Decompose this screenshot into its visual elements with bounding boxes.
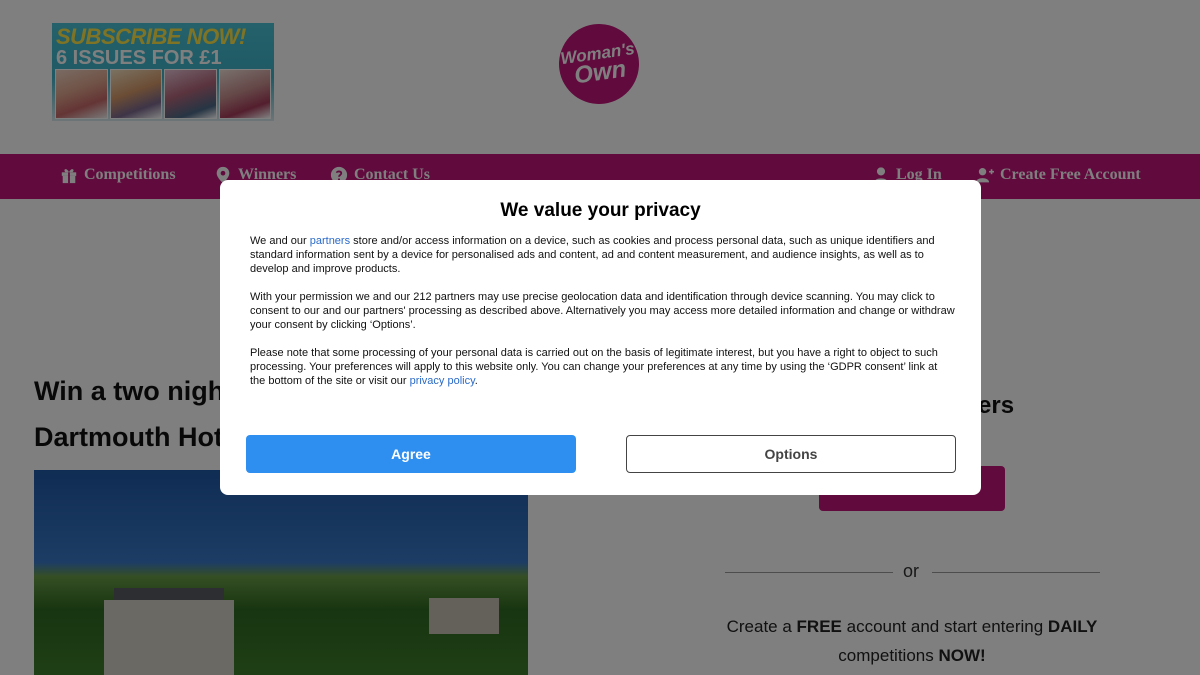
agree-button[interactable]: Agree (246, 435, 576, 473)
dialog-body: We and our partners store and/or access … (250, 234, 955, 402)
partners-link[interactable]: partners (310, 235, 350, 247)
page: SUBSCRIBE NOW! 6 ISSUES FOR £1 Woman's O… (0, 0, 1200, 675)
options-button[interactable]: Options (626, 435, 956, 473)
consent-paragraph-3: Please note that some processing of your… (250, 346, 955, 388)
consent-text: store and/or access information on a dev… (250, 235, 935, 275)
consent-text: Please note that some processing of your… (250, 347, 938, 387)
privacy-policy-link[interactable]: privacy policy (410, 375, 475, 387)
dialog-title: We value your privacy (500, 200, 701, 221)
privacy-consent-dialog: We value your privacy We and our partner… (220, 180, 981, 495)
consent-paragraph-2: With your permission we and our 212 part… (250, 291, 955, 331)
consent-paragraph-1: We and our partners store and/or access … (250, 234, 955, 276)
consent-text: . (474, 375, 478, 387)
consent-text: We and our (250, 235, 310, 247)
